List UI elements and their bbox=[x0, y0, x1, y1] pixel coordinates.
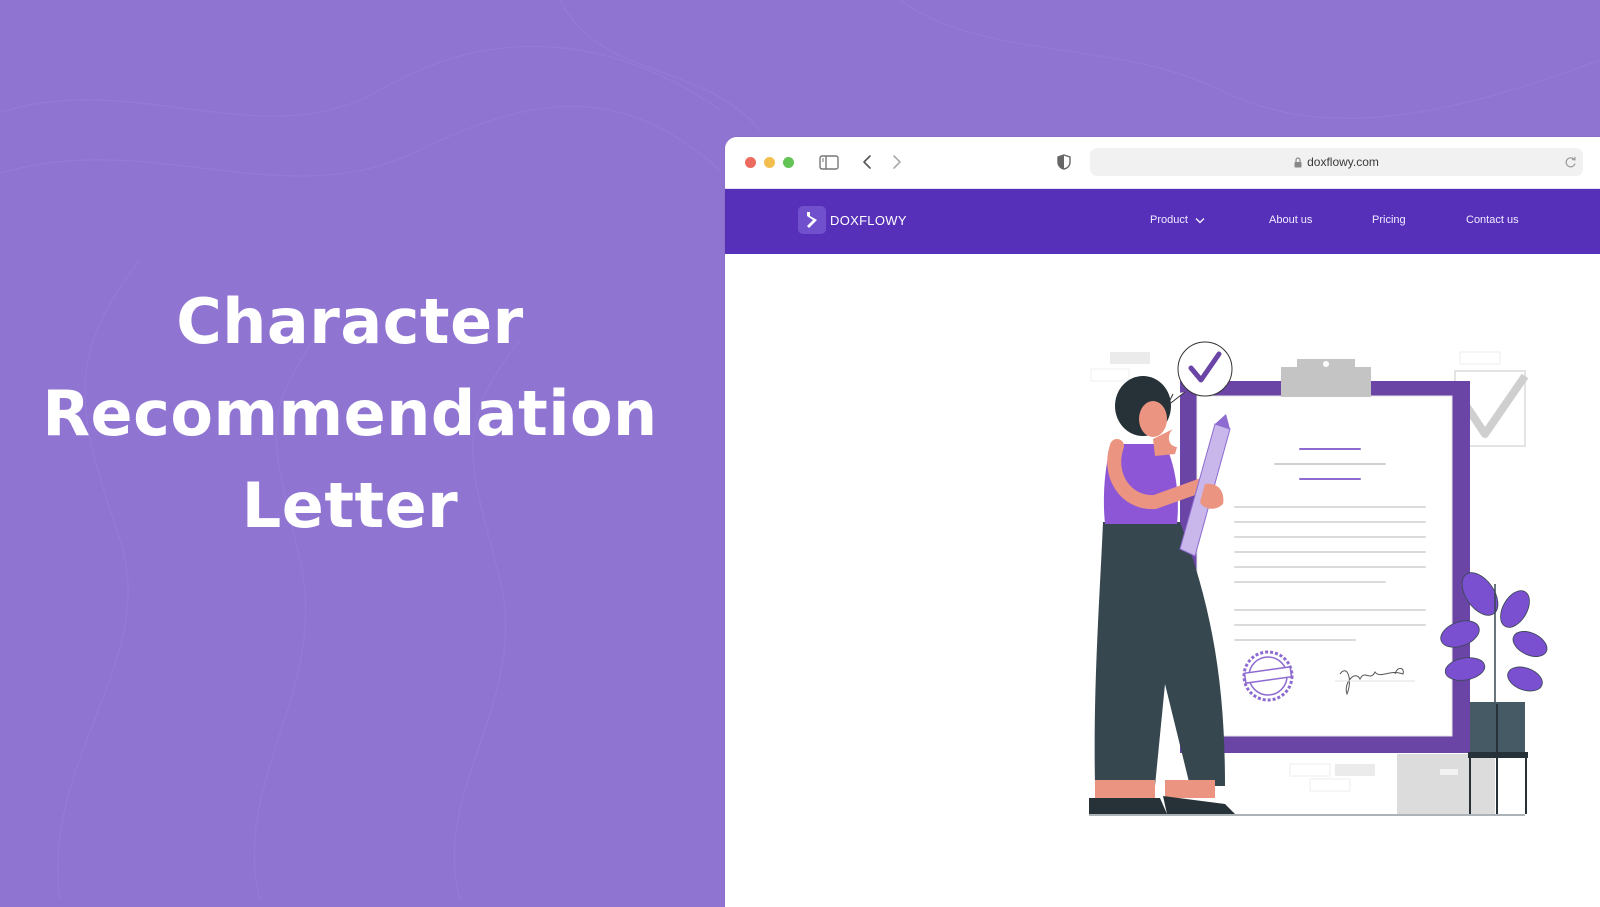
nav-about-link[interactable]: About us bbox=[1269, 214, 1312, 226]
site-navbar: DOXFLOWY Product About us Pricing Contac… bbox=[725, 189, 1600, 254]
recommendation-letter-illustration bbox=[1089, 341, 1548, 816]
hero-title-line: Character bbox=[176, 285, 524, 358]
maximize-window-button[interactable] bbox=[783, 157, 794, 168]
address-bar[interactable]: doxflowy.com bbox=[1090, 148, 1583, 176]
shield-icon[interactable] bbox=[1056, 152, 1072, 172]
lock-icon bbox=[1294, 156, 1302, 168]
page-content bbox=[725, 254, 1600, 907]
browser-window: doxflowy.com DOXFLOWY Product About us P… bbox=[725, 137, 1600, 907]
nav-contact-link[interactable]: Contact us bbox=[1466, 214, 1519, 226]
chevron-down-icon bbox=[1195, 217, 1205, 224]
nav-pricing-link[interactable]: Pricing bbox=[1372, 214, 1406, 226]
chevron-left-icon[interactable] bbox=[859, 152, 875, 172]
nav-product-label: Product bbox=[1150, 214, 1188, 226]
nav-product-dropdown[interactable]: Product bbox=[1150, 214, 1205, 226]
chevron-right-icon[interactable] bbox=[889, 152, 905, 172]
hero-title-line: Letter bbox=[241, 469, 459, 542]
browser-toolbar: doxflowy.com bbox=[725, 137, 1600, 189]
reload-icon[interactable] bbox=[1564, 155, 1577, 172]
sidebar-toggle-icon[interactable] bbox=[818, 152, 840, 172]
nav-links: Product About us Pricing Contact us bbox=[725, 189, 1600, 254]
url-text: doxflowy.com bbox=[1307, 155, 1379, 169]
close-window-button[interactable] bbox=[745, 157, 756, 168]
hero-title: Character Recommendation Letter bbox=[0, 276, 700, 552]
hero-title-line: Recommendation bbox=[42, 377, 658, 450]
minimize-window-button[interactable] bbox=[764, 157, 775, 168]
